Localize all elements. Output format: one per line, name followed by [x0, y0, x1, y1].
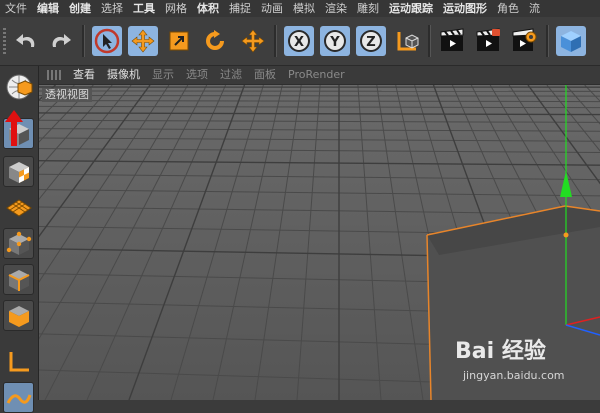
undo-icon: [14, 30, 40, 52]
texture-mode-button[interactable]: [3, 156, 34, 187]
menu-item[interactable]: 捕捉: [224, 0, 256, 17]
polygons-cube-icon: [6, 303, 32, 329]
toolbar-separator: [428, 25, 431, 57]
y-axis-toggle[interactable]: Y: [320, 26, 350, 56]
viewport-menu-item[interactable]: 过滤: [214, 66, 248, 84]
svg-text:Y: Y: [329, 35, 340, 50]
x-axis-icon: X: [286, 28, 312, 54]
points-mode-button[interactable]: [3, 228, 34, 259]
z-axis-icon: Z: [358, 28, 384, 54]
edges-cube-icon: [6, 267, 32, 293]
menu-item[interactable]: 运动跟踪: [384, 0, 438, 17]
menu-item[interactable]: 工具: [128, 0, 160, 17]
menu-bar: 文件编辑创建选择工具网格体积捕捉动画模拟渲染雕刻运动跟踪运动图形角色流: [0, 0, 600, 17]
move-tool-button[interactable]: [128, 26, 158, 56]
scale-box-icon: [167, 29, 191, 53]
watermark: Bai 经验 jingyan.baidu.com: [455, 333, 546, 365]
svg-text:X: X: [294, 35, 304, 50]
menu-item[interactable]: 模拟: [288, 0, 320, 17]
viewport-menu-item[interactable]: ProRender: [282, 66, 351, 84]
pen-tool-button[interactable]: [592, 26, 600, 56]
menu-item[interactable]: 文件: [0, 0, 32, 17]
cube-object-button[interactable]: [556, 26, 586, 56]
rotate-tool-button[interactable]: [200, 26, 230, 56]
undo-button[interactable]: [12, 26, 42, 56]
clapperboard-icon: [438, 27, 466, 55]
axis-corner-icon: [6, 349, 32, 375]
viewport-header: 查看摄像机显示选项过滤面板ProRender: [39, 66, 600, 85]
render-view-button[interactable]: [437, 26, 467, 56]
toolbar-separator: [546, 25, 549, 57]
main-toolbar: X Y Z: [0, 17, 600, 66]
selection-cursor-icon: [94, 28, 120, 54]
scale-tool-button[interactable]: [164, 26, 194, 56]
move-arrows-icon: [240, 28, 266, 54]
menu-item[interactable]: 雕刻: [352, 0, 384, 17]
viewport-grip[interactable]: [47, 70, 61, 80]
viewport-menu-item[interactable]: 选项: [180, 66, 214, 84]
viewport-name-label: 透视视图: [42, 88, 92, 102]
menu-item[interactable]: 动画: [256, 0, 288, 17]
make-editable-icon: [4, 72, 34, 102]
menu-item[interactable]: 编辑: [32, 0, 64, 17]
clapperboard-gear-icon: [510, 27, 538, 55]
coordinate-system-button[interactable]: [392, 26, 422, 56]
redo-icon: [47, 30, 73, 52]
clapperboard-icon: [474, 27, 502, 55]
menu-item[interactable]: 渲染: [320, 0, 352, 17]
checker-cube-icon: [6, 159, 32, 185]
viewport-menu-item[interactable]: 查看: [67, 66, 101, 84]
menu-item[interactable]: 流: [524, 0, 545, 17]
enable-axis-button[interactable]: [3, 346, 34, 377]
cube-icon: [558, 28, 584, 54]
viewport-menu-item[interactable]: 显示: [146, 66, 180, 84]
viewport-menu-item[interactable]: 摄像机: [101, 66, 146, 84]
svg-text:Z: Z: [366, 35, 375, 50]
toolbar-grip[interactable]: [3, 28, 6, 54]
render-settings-button[interactable]: [509, 26, 539, 56]
annotation-red-arrow: [2, 108, 26, 148]
live-selection-button[interactable]: [92, 26, 122, 56]
rotate-arrows-icon: [203, 29, 227, 53]
watermark-url: jingyan.baidu.com: [463, 369, 565, 382]
z-axis-toggle[interactable]: Z: [356, 26, 386, 56]
grid-plane-icon: [5, 197, 33, 219]
polygons-mode-button[interactable]: [3, 300, 34, 331]
workplane-button[interactable]: [3, 192, 34, 223]
menu-item[interactable]: 体积: [192, 0, 224, 17]
menu-item[interactable]: 选择: [96, 0, 128, 17]
x-axis-toggle[interactable]: X: [284, 26, 314, 56]
render-to-picture-viewer-button[interactable]: [473, 26, 503, 56]
coordinate-system-icon: [394, 28, 420, 54]
menu-item[interactable]: 运动图形: [438, 0, 492, 17]
y-axis-icon: Y: [322, 28, 348, 54]
menu-item[interactable]: 创建: [64, 0, 96, 17]
make-editable-button[interactable]: [3, 71, 34, 102]
viewport-menu-item[interactable]: 面板: [248, 66, 282, 84]
toolbar-separator: [82, 25, 85, 57]
redo-button[interactable]: [45, 26, 75, 56]
tweak-mode-button[interactable]: [3, 382, 34, 413]
move-arrows-icon: [130, 28, 156, 54]
menu-item[interactable]: 角色: [492, 0, 524, 17]
edges-mode-button[interactable]: [3, 264, 34, 295]
menu-item[interactable]: 网格: [160, 0, 192, 17]
tweak-icon: [6, 389, 32, 407]
toolbar-separator: [274, 25, 277, 57]
watermark-logo: Bai 经验: [455, 333, 546, 365]
recent-tool-button[interactable]: [238, 26, 268, 56]
points-cube-icon: [6, 231, 32, 257]
